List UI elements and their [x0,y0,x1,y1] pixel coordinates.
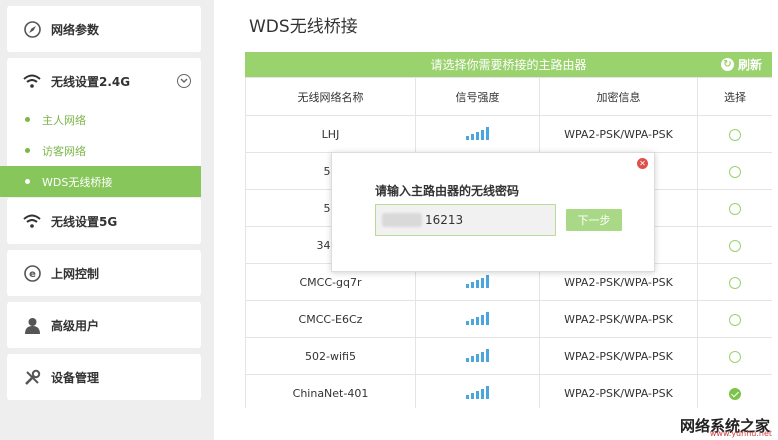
radio-button[interactable] [729,313,741,326]
radio-button[interactable] [729,276,741,289]
sidebar-item-host-network[interactable]: 主人网络 [7,104,201,135]
encryption-cell: WPA2-PSK/WPA-PSK [539,337,698,375]
refresh-button[interactable]: ↻ 刷新 [720,56,762,73]
table-row[interactable]: 502-wifi5 WPA2-PSK/WPA-PSK [245,337,772,375]
table-row[interactable]: ChinaNet-401 WPA2-PSK/WPA-PSK [245,374,772,408]
menu-label: 网络参数 [51,22,100,37]
select-cell [697,374,772,408]
column-header: 无线网络名称 [245,77,416,116]
wifi-icon [23,212,41,230]
watermark-url: www.yunhu.net [709,429,772,438]
user-icon [23,316,41,334]
sidebar-item-label: WDS无线桥接 [42,175,113,189]
network-name-cell: LHJ [245,115,416,153]
browser-e-icon: e [23,264,41,282]
table-row[interactable]: CMCC-E6Cz WPA2-PSK/WPA-PSK [245,300,772,338]
menu-internet-control[interactable]: e 上网控制 [7,250,201,296]
sidebar-item-wds-bridge[interactable]: WDS无线桥接 [0,166,201,197]
encryption-cell: WPA2-PSK/WPA-PSK [539,115,698,153]
signal-strength-icon [466,385,489,399]
select-cell [697,337,772,375]
page-title: WDS无线桥接 [249,17,358,37]
table-row[interactable]: LHJ WPA2-PSK/WPA-PSK [245,115,772,153]
table-banner: 请选择你需要桥接的主路由器 ↻ 刷新 [245,52,772,77]
signal-cell [415,374,540,408]
column-header: 加密信息 [539,77,698,116]
password-dialog: ✕ 请输入主路由器的无线密码 16213 下一步 [331,152,655,272]
radio-button[interactable] [729,128,741,141]
menu-label: 设备管理 [51,370,100,385]
banner-text: 请选择你需要桥接的主路由器 [430,58,587,72]
signal-strength-icon [466,274,489,288]
sidebar-item-guest-network[interactable]: 访客网络 [7,135,201,166]
select-cell [697,189,772,227]
signal-cell [415,337,540,375]
menu-label: 高级用户 [51,318,100,333]
select-cell [697,300,772,338]
menu-label: 无线设置5G [51,214,118,229]
select-cell [697,115,772,153]
table-header-row: 无线网络名称 信号强度 加密信息 选择 [245,77,772,116]
encryption-cell: WPA2-PSK/WPA-PSK [539,374,698,408]
sidebar: 网络参数 无线设置2.4G 主人网络 访客网络 WDS无线桥接 无线设置5G e… [0,0,214,440]
menu-label: 上网控制 [51,266,100,281]
close-icon[interactable]: ✕ [637,158,648,169]
radio-button[interactable] [729,239,741,252]
menu-device-management[interactable]: 设备管理 [7,354,201,400]
column-header: 信号强度 [415,77,540,116]
bullet-icon [25,117,30,122]
wifi-icon [23,72,41,90]
menu-wireless-5g[interactable]: 无线设置5G [7,198,201,244]
signal-cell [415,300,540,338]
menu-label: 无线设置2.4G [51,74,131,89]
signal-cell [415,115,540,153]
signal-strength-icon [466,126,489,140]
refresh-label: 刷新 [737,58,762,72]
sidebar-item-label: 访客网络 [42,144,86,158]
select-cell [697,226,772,264]
signal-strength-icon [466,311,489,325]
password-value: 16213 [425,213,464,227]
column-header: 选择 [697,77,772,116]
compass-icon [23,20,41,38]
tools-icon [23,368,41,386]
dialog-title: 请输入主路由器的无线密码 [375,184,520,198]
network-name-cell: 502-wifi5 [245,337,416,375]
menu-advanced-user[interactable]: 高级用户 [7,302,201,348]
network-name-cell: ChinaNet-401 [245,374,416,408]
radio-button[interactable] [729,202,741,215]
signal-strength-icon [466,348,489,362]
svg-text:e: e [29,269,36,280]
next-button[interactable]: 下一步 [566,209,622,231]
radio-checked-icon[interactable] [729,387,741,400]
select-cell [697,152,772,190]
chevron-down-icon[interactable] [177,74,191,88]
password-input[interactable]: 16213 [375,204,556,236]
radio-button[interactable] [729,165,741,178]
bullet-icon [25,179,30,184]
encryption-cell: WPA2-PSK/WPA-PSK [539,300,698,338]
menu-wireless-24g[interactable]: 无线设置2.4G 主人网络 访客网络 WDS无线桥接 [0,58,201,197]
menu-network-params[interactable]: 网络参数 [7,6,201,52]
network-name-cell: CMCC-E6Cz [245,300,416,338]
radio-button[interactable] [729,350,741,363]
refresh-icon: ↻ [720,58,734,71]
redacted-text [382,213,422,227]
sidebar-item-label: 主人网络 [42,113,86,127]
select-cell [697,263,772,301]
bullet-icon [25,148,30,153]
